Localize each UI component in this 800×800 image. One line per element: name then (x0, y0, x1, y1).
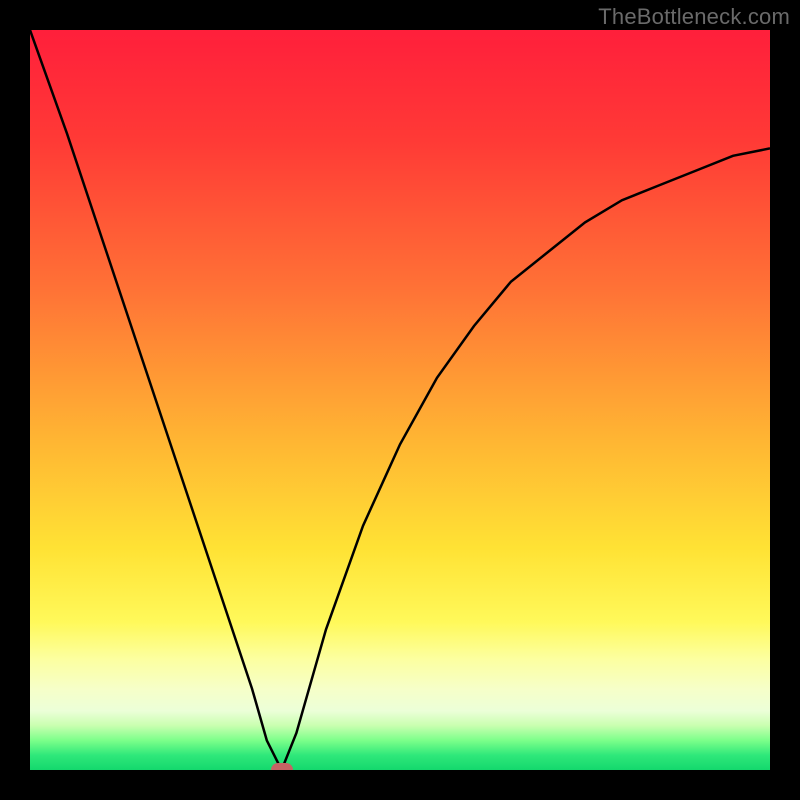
bottleneck-curve (30, 30, 770, 770)
plot-area (30, 30, 770, 770)
optimal-marker (271, 763, 293, 770)
attribution-text: TheBottleneck.com (598, 4, 790, 30)
curve-path (30, 30, 770, 770)
chart-frame: TheBottleneck.com (0, 0, 800, 800)
